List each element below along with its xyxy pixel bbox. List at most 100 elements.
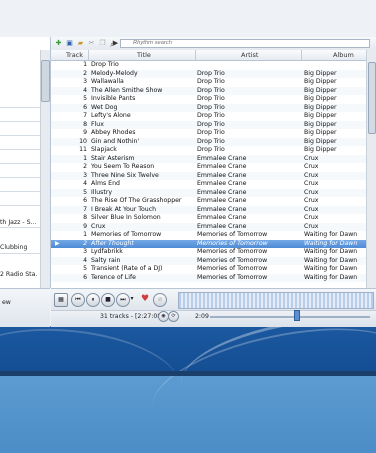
title-cell: Abbey Rhodes [91,129,136,136]
column-title[interactable]: Title [137,51,151,59]
previous-button[interactable]: ⏮ [71,293,85,307]
album-cell: Waiting for Dawn [304,273,358,281]
seek-knob[interactable] [294,310,300,321]
table-row[interactable]: 9 Abbey Rhodes Drop Trio Big Dipper [51,129,366,138]
table-row[interactable]: 3 Wallawalla Drop Trio Big Dipper [51,78,366,87]
table-row[interactable]: 10 Gin and Nothin' Drop Trio Big Dipper [51,137,366,146]
table-row[interactable]: 5 Illustry Emmalee Crane Crux [51,188,366,197]
sidebar-divider [0,163,40,164]
table-row[interactable]: 1 Drop Trio [51,61,366,70]
artist-cell: Memories of Tomorrow [197,239,268,247]
title-cell: After Thought [91,239,134,247]
artist-cell: Memories of Tomorrow [197,231,268,238]
track-number-cell: 8 [83,120,87,128]
column-artist[interactable]: Artist [241,51,258,59]
column-separator[interactable] [195,50,196,60]
column-separator[interactable] [88,50,89,60]
sidebar-item-radio[interactable]: 2 Radio Sta... [0,271,38,278]
track-number-cell: 6 [83,273,87,281]
track-number-cell: 6 [83,197,87,204]
track-number-cell: 5 [83,95,87,102]
track-number-cell: 5 [83,188,87,196]
sidebar-item-new[interactable]: ew [2,299,40,306]
artist-cell: Drop Trio [197,137,225,145]
table-row[interactable]: 7 I Break At Your Touch Emmalee Crane Crux [51,205,366,214]
artist-cell: Drop Trio [197,120,225,128]
table-row[interactable]: ▶ 2 After Thought Memories of Tomorrow Waiti… [51,239,366,248]
table-row[interactable]: 2 You Seem To Reason Emmalee Crane Crux [51,163,366,172]
table-row[interactable]: 8 Silver Blue In Solomon Emmalee Crane Crux [51,214,366,223]
playback-time: 2:09 [195,313,209,320]
visualizer-toggle-icon[interactable]: ▦ [54,293,68,307]
album-cell: Waiting for Dawn [304,248,358,255]
track-number-cell: 7 [83,205,87,213]
table-row[interactable]: 4 The Allen Smithe Show Drop Trio Big Dippe… [51,86,366,95]
column-album[interactable]: Album [333,51,354,59]
album-cell: Big Dipper [304,146,337,153]
artist-cell: Drop Trio [197,129,225,136]
table-row[interactable]: 11 Slapjack Drop Trio Big Dipper [51,146,366,155]
sidebar-divider [0,135,40,136]
artist-cell: Emmalee Crane [197,154,247,162]
heart-icon[interactable]: ♥ [139,293,151,305]
save-icon[interactable]: ▣ [65,39,74,48]
sidebar-scrollbar-thumb[interactable] [41,60,50,102]
track-number-cell: 5 [83,265,87,272]
repeat-icon[interactable]: ⟳ [168,311,179,322]
sidebar-divider [0,227,40,228]
menu-chevron-icon[interactable]: ▾ [128,293,136,305]
table-row[interactable]: 4 Alms End Emmalee Crane Crux [51,180,366,189]
title-cell: I Break At Your Touch [91,205,157,213]
title-cell: The Rise Of The Grasshopper [91,197,182,204]
sidebar-item-clubbing[interactable]: Clubbing [0,244,38,251]
table-row[interactable]: 3 Lydfabrikk Memories of Tomorrow Waiting f… [51,248,366,257]
search-input[interactable] [120,39,370,48]
track-count-status: 31 tracks - [2:27:08] [100,313,164,320]
table-row[interactable]: 5 Transient (Rate of a DJ) Memories of Tom… [51,265,366,274]
table-row[interactable]: 2 Melody-Melody Drop Trio Big Dipper [51,69,366,78]
track-number-cell: 8 [83,214,87,221]
table-row[interactable]: 1 Memories of Tomorrow Memories of Tomorro… [51,231,366,240]
table-row[interactable]: 7 Lefty's Alone Drop Trio Big Dipper [51,112,366,121]
artist-cell: Drop Trio [197,95,225,102]
sidebar-divider [0,205,40,206]
sidebar-item-jazz[interactable]: th Jazz - S... [0,219,38,226]
artist-cell: Emmalee Crane [197,188,247,196]
table-row[interactable]: 3 Three Nine Six Twelve Emmalee Crane Crux [51,171,366,180]
track-number-cell: 4 [83,180,87,187]
album-cell: Crux [304,154,319,162]
album-cell: Crux [304,214,319,221]
track-list-scrollbar-thumb[interactable] [368,62,376,134]
title-cell: Memories of Tomorrow [91,231,162,238]
track-number-cell: 1 [83,61,87,68]
table-row[interactable]: 4 Salty rain Memories of Tomorrow Waiting f… [51,256,366,265]
sidebar-footer: ew [0,288,50,327]
seek-bar[interactable] [210,316,370,318]
album-cell: Big Dipper [304,120,337,128]
cut-icon[interactable]: ✂ [87,39,96,48]
table-row[interactable]: 8 Flux Drop Trio Big Dipper [51,120,366,129]
artist-cell: Emmalee Crane [197,171,247,179]
track-number-cell: 1 [83,231,87,238]
table-row[interactable]: 9 Crux Emmalee Crane Crux [51,222,366,231]
table-row[interactable]: 6 Wet Dog Drop Trio Big Dipper [51,103,366,112]
table-row[interactable]: 5 Invisible Pants Drop Trio Big Dipper [51,95,366,104]
album-cell: Crux [304,163,319,170]
folder-icon[interactable]: ▰ [76,39,85,48]
track-number-cell: 3 [83,78,87,85]
title-cell: Transient (Rate of a DJ) [91,265,163,272]
stop-button[interactable]: ■ [101,293,115,307]
ban-icon[interactable]: ⊘ [153,293,167,307]
column-track[interactable]: Track [66,51,83,59]
album-cell: Waiting for Dawn [304,256,358,264]
table-row[interactable]: 1 Stair Asterism Emmalee Crane Crux [51,154,366,163]
add-icon[interactable]: ✚ [54,39,63,48]
table-row[interactable]: 6 The Rise Of The Grasshopper Emmalee Cran… [51,197,366,206]
column-separator[interactable] [301,50,302,60]
album-cell: Big Dipper [304,112,337,119]
album-cell: Waiting for Dawn [304,265,358,272]
album-cell: Big Dipper [304,95,337,102]
pause-button[interactable]: ⏸ [86,293,100,307]
copy-icon[interactable]: ❐ [98,39,107,48]
table-row[interactable]: 6 Terence of Life Memories of Tomorrow Wait… [51,273,366,282]
